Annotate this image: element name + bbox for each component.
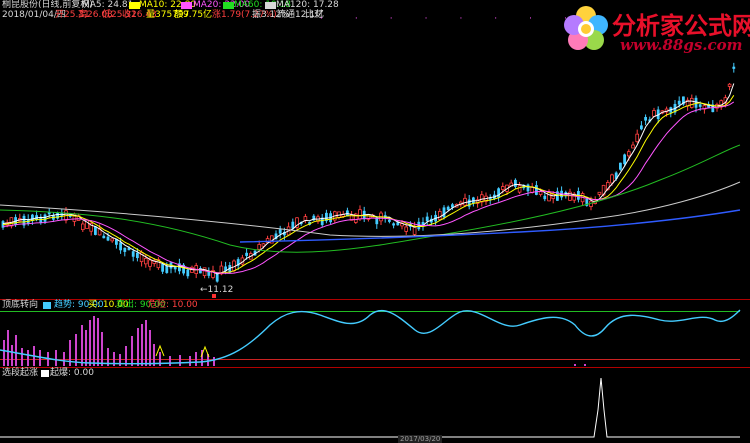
candle <box>682 96 685 106</box>
danger-value: 危险: 10.00 <box>148 300 198 310</box>
logo-url: www.88gs.com <box>620 36 743 54</box>
candle <box>366 214 371 222</box>
breakout-spike-line <box>0 377 740 438</box>
moving-averages <box>0 83 741 275</box>
candle <box>123 247 127 257</box>
low-price-annotation: ←11.12 <box>200 285 234 295</box>
candle <box>207 267 211 279</box>
candle <box>392 222 395 229</box>
candle <box>580 191 585 206</box>
site-logo[interactable]: 分析家公式网 www.88gs.com <box>560 2 750 60</box>
candle <box>353 212 358 224</box>
candle <box>635 129 639 144</box>
candle <box>194 262 199 279</box>
candle <box>182 263 185 276</box>
candle <box>295 217 299 231</box>
candle <box>727 82 732 91</box>
candle <box>81 221 85 232</box>
candle <box>593 196 597 205</box>
trend-oscillator-line <box>0 309 741 365</box>
candle <box>278 225 282 239</box>
candle <box>732 62 736 73</box>
breakout-value: 起爆: 0.00 <box>50 368 94 378</box>
candle <box>514 178 517 189</box>
candle <box>425 212 429 227</box>
candle <box>169 262 173 274</box>
candle <box>437 208 442 220</box>
bottom-date-label: 2017/03/20 <box>398 435 443 443</box>
candle <box>325 209 328 224</box>
candle <box>102 233 106 239</box>
candle <box>631 141 635 149</box>
candle <box>110 238 115 243</box>
candle <box>303 213 308 224</box>
candle <box>597 191 602 197</box>
candle <box>543 193 547 202</box>
candle <box>619 162 622 171</box>
breakout-indicator-panel <box>0 377 740 438</box>
panel2-title: 顶底转向 <box>2 300 39 310</box>
turn-indicator-panel <box>0 309 741 366</box>
ma20-line <box>2 101 735 274</box>
candle <box>240 254 245 267</box>
candle <box>472 196 475 207</box>
panel3-title: 选段起涨 <box>2 368 39 378</box>
candle <box>526 183 530 197</box>
candle <box>640 121 643 131</box>
candle <box>186 268 190 279</box>
candle <box>1 219 5 230</box>
candle <box>669 106 673 118</box>
candle <box>22 213 26 229</box>
candlesticks <box>1 62 736 283</box>
stock-chart[interactable] <box>0 0 750 443</box>
low-price-marker <box>212 294 216 298</box>
candle <box>156 257 161 270</box>
candle <box>685 97 690 111</box>
candle <box>644 114 647 126</box>
candle <box>332 210 337 224</box>
candle <box>286 222 291 236</box>
candle <box>115 238 118 249</box>
ma5-line <box>2 83 735 275</box>
candle <box>463 193 467 208</box>
candle <box>572 192 576 203</box>
